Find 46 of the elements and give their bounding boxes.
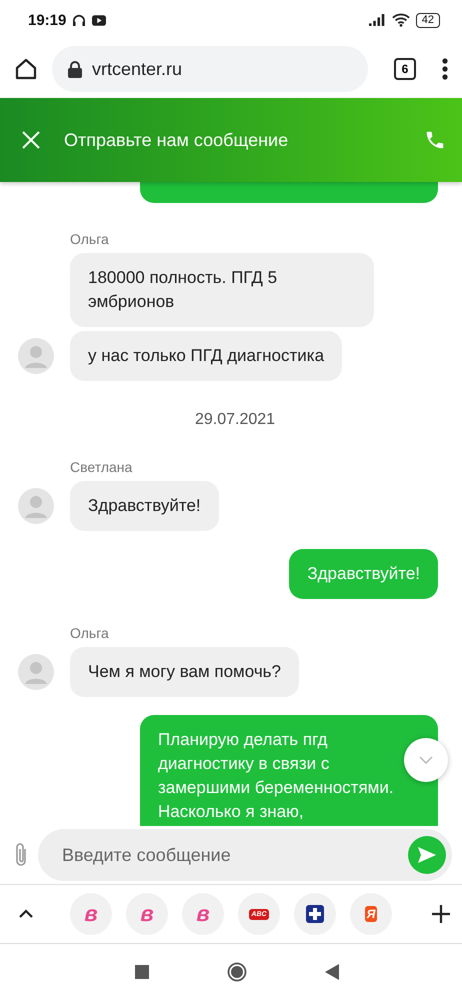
- message-field[interactable]: Введите сообщение: [38, 829, 452, 881]
- tab-count-button[interactable]: 6: [394, 58, 416, 80]
- sender-name: Ольга: [70, 231, 110, 247]
- avatar-icon: [18, 654, 54, 690]
- cross-icon: [306, 905, 324, 923]
- shortcut-logo: в: [196, 903, 210, 925]
- status-time: 19:19: [28, 12, 66, 28]
- chevron-down-icon: [419, 756, 433, 764]
- home-icon[interactable]: [14, 57, 38, 81]
- chat-title: Отправьте нам сообщение: [64, 130, 290, 150]
- shortcut-logo: в: [84, 903, 98, 925]
- back-icon[interactable]: [325, 964, 339, 980]
- wifi-icon: [392, 13, 410, 27]
- shortcut-tile[interactable]: в: [182, 893, 224, 935]
- message-bubble: Здравствуйте!: [70, 481, 219, 531]
- paperclip-icon[interactable]: [14, 842, 28, 868]
- chevron-up-icon[interactable]: [18, 909, 34, 919]
- send-icon: [417, 846, 437, 864]
- close-icon[interactable]: [22, 131, 40, 149]
- shortcut-tile[interactable]: в: [126, 893, 168, 935]
- shortcut-tile[interactable]: [294, 893, 336, 935]
- shortcut-logo: Я: [364, 906, 378, 922]
- signal-icon: [368, 14, 386, 26]
- lock-icon: [68, 60, 82, 78]
- sender-name: Ольга: [70, 625, 110, 641]
- sender-name: Светлана: [70, 459, 134, 475]
- shortcut-logo: в: [140, 903, 154, 925]
- message-bubble: Планирую делать пгд диагностику в связи с замершими беременностями. Насколько я знаю,: [140, 715, 438, 826]
- headphones-icon: [72, 14, 86, 26]
- message-input[interactable]: Введите сообщение: [60, 844, 408, 866]
- plus-icon[interactable]: [432, 905, 450, 923]
- home-button-icon[interactable]: [227, 962, 247, 982]
- url-text: vrtcenter.ru: [92, 58, 182, 80]
- avatar-icon: [18, 488, 54, 524]
- address-bar[interactable]: vrtcenter.ru: [52, 46, 368, 92]
- message-bubble: 180000 полность. ПГД 5 эмбрионов: [70, 253, 374, 327]
- message-bubble: Чем я могу вам помочь?: [70, 647, 299, 697]
- message-bubble: Здравствуйте!: [289, 549, 438, 599]
- shortcut-tile[interactable]: в: [70, 893, 112, 935]
- message-bubble: у нас только ПГД диагностика: [70, 331, 342, 381]
- date-separator: 29.07.2021: [194, 411, 276, 429]
- video-icon: [92, 14, 106, 26]
- shortcut-tile[interactable]: Я: [350, 893, 392, 935]
- menu-icon[interactable]: [442, 58, 448, 80]
- avatar-icon: [18, 338, 54, 374]
- battery-indicator: 42: [416, 12, 440, 28]
